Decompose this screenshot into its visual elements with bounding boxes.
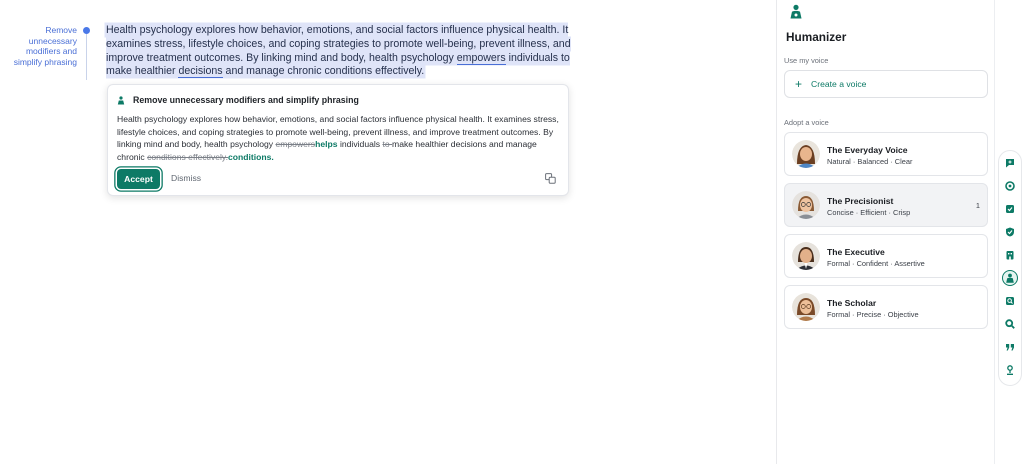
panel-title: Humanizer (786, 30, 847, 44)
dismiss-button[interactable]: Dismiss (171, 173, 201, 183)
voice-card-everyday[interactable]: The Everyday Voice Natural · Balanced · … (784, 132, 988, 176)
create-voice-label: Create a voice (811, 79, 867, 89)
humanizer-icon[interactable] (1002, 270, 1018, 286)
rewrite-icon[interactable] (1002, 178, 1018, 194)
suggestion-text-2: individuals (337, 139, 383, 150)
search-icon[interactable] (1002, 316, 1018, 332)
plagiarism-icon[interactable] (1002, 293, 1018, 309)
building-icon[interactable] (1002, 247, 1018, 263)
document-paragraph[interactable]: Health psychology explores how behavior,… (106, 24, 576, 79)
suggestion-card: Remove unnecessary modifiers and simplif… (107, 84, 569, 196)
deleted-text-2: to (382, 139, 393, 150)
tool-rail (994, 0, 1024, 464)
suggestion-header: Remove unnecessary modifiers and simplif… (117, 95, 359, 105)
voice-card-executive[interactable]: The Executive Formal · Confident · Asser… (784, 234, 988, 278)
margin-suggestion-note[interactable]: Remove unnecessary modifiers and simplif… (0, 25, 77, 67)
voice-name: The Everyday Voice (827, 145, 908, 155)
underlined-word-decisions[interactable]: decisions (178, 65, 223, 79)
chat-plus-icon[interactable] (1002, 155, 1018, 171)
check-shield-icon[interactable] (1002, 224, 1018, 240)
deleted-text-3: conditions effectively. (147, 151, 228, 162)
humanizer-icon (790, 4, 802, 19)
paragraph-text-3: and manage chronic conditions effectivel… (222, 65, 425, 78)
voice-name: The Scholar (827, 298, 877, 308)
person-pin-icon[interactable] (1002, 362, 1018, 378)
tool-rail-group (998, 150, 1022, 386)
voice-tags: Natural · Balanced · Clear (827, 157, 913, 166)
editor-area[interactable]: Remove unnecessary modifiers and simplif… (0, 0, 776, 464)
voice-name: The Precisionist (827, 196, 894, 206)
suggestion-title: Remove unnecessary modifiers and simplif… (133, 95, 359, 105)
voice-tags: Formal · Precise · Objective (827, 310, 919, 319)
voice-card-precisionist[interactable]: The Precisionist Concise · Efficient · C… (784, 183, 988, 227)
avatar (792, 293, 820, 321)
humanizer-panel: Humanizer Use my voice + Create a voice … (776, 0, 994, 464)
suggestion-body: Health psychology explores how behavior,… (117, 113, 561, 163)
avatar (792, 191, 820, 219)
inserted-text-2: conditions. (227, 151, 274, 162)
voice-card-scholar[interactable]: The Scholar Formal · Precise · Objective (784, 285, 988, 329)
voice-tags: Formal · Confident · Assertive (827, 259, 925, 268)
copy-icon[interactable] (545, 173, 556, 184)
avatar (792, 242, 820, 270)
voice-name: The Executive (827, 247, 885, 257)
adopt-voice-label: Adopt a voice (784, 118, 829, 127)
avatar (792, 140, 820, 168)
use-my-voice-label: Use my voice (784, 56, 829, 65)
voice-usage-count: 1 (975, 201, 980, 210)
suggestion-marker-line (86, 34, 87, 80)
accept-button[interactable]: Accept (117, 169, 160, 189)
quote-icon[interactable] (1002, 339, 1018, 355)
voice-tags: Concise · Efficient · Crisp (827, 208, 911, 217)
plus-icon: + (795, 77, 803, 91)
inserted-text-1: helps (315, 139, 338, 150)
highlighted-text[interactable]: Health psychology explores how behavior,… (106, 24, 571, 79)
suggestion-marker-dot[interactable] (83, 27, 90, 34)
ai-detect-icon[interactable] (1002, 201, 1018, 217)
underlined-word-empowers[interactable]: empowers (456, 51, 506, 65)
create-voice-button[interactable]: + Create a voice (784, 70, 988, 98)
deleted-text-1: empowers (275, 139, 316, 150)
humanizer-small-icon (117, 95, 125, 104)
